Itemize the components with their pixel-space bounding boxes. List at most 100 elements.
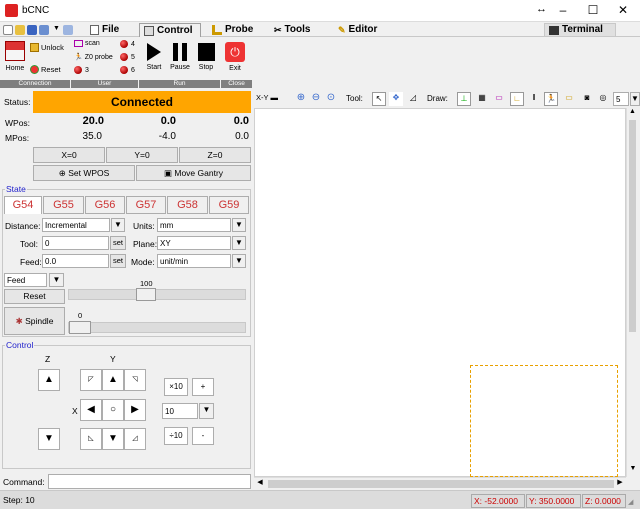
probe-toggle-icon[interactable]: ∟ — [510, 92, 524, 106]
distance-dropdown-icon[interactable]: ▼ — [111, 218, 125, 232]
jog-x-plus-button[interactable]: ▶ — [124, 399, 146, 421]
paths-toggle-icon[interactable]: ‖ — [527, 92, 541, 106]
tab-g56[interactable]: G56 — [85, 196, 125, 214]
close-button[interactable]: ✕ — [608, 0, 638, 22]
grid-toggle-icon[interactable]: ▦ — [475, 92, 489, 106]
scan-button[interactable]: scan — [74, 40, 100, 47]
maximize-button[interactable]: ☐ — [578, 0, 608, 22]
tab-probe[interactable]: Probe — [208, 23, 257, 37]
undo-icon[interactable] — [39, 25, 49, 35]
jog-x-minus-button[interactable]: ◀ — [80, 399, 102, 421]
tab-g59[interactable]: G59 — [209, 196, 249, 214]
draw-number-select[interactable]: 5 — [613, 92, 629, 106]
step-select[interactable]: 10 — [162, 403, 198, 419]
spindle-slider-track[interactable] — [68, 322, 246, 333]
horizontal-scroll-thumb[interactable] — [268, 480, 614, 488]
step-x10-button[interactable]: ×10 — [164, 378, 188, 396]
override-slider-track[interactable] — [68, 289, 246, 300]
user-button-5[interactable]: 5 — [120, 53, 135, 61]
jog-z-up-button[interactable]: ▲ — [38, 369, 60, 391]
scroll-up-icon[interactable]: ▲ — [627, 108, 638, 120]
jog-home-button[interactable]: ○ — [102, 399, 124, 421]
tab-control[interactable]: Control — [139, 23, 201, 37]
step-minus-button[interactable]: - — [192, 427, 214, 445]
tab-editor[interactable]: ✎ Editor — [334, 23, 381, 37]
tab-tools[interactable]: ✂ Tools — [270, 23, 314, 37]
zero-y-button[interactable]: Y=0 — [106, 147, 178, 163]
mode-select[interactable]: unit/min — [157, 254, 231, 268]
step-div10-button[interactable]: ÷10 — [164, 427, 188, 445]
unlock-button[interactable]: Unlock — [30, 42, 64, 53]
undo-dropdown-icon[interactable]: ▼ — [53, 25, 60, 32]
tab-g55[interactable]: G55 — [43, 196, 84, 214]
tab-g57[interactable]: G57 — [126, 196, 166, 214]
zoom-in-icon[interactable]: ⊕ — [294, 92, 308, 106]
start-button[interactable]: Start — [143, 43, 165, 71]
tab-file[interactable]: File — [86, 23, 123, 37]
save-icon[interactable] — [27, 25, 37, 35]
scroll-down-icon[interactable]: ▼ — [627, 465, 639, 477]
margin-toggle-icon[interactable]: ▭ — [492, 92, 506, 106]
spindle-slider-handle[interactable] — [69, 321, 91, 334]
select-tool-icon[interactable]: ↖ — [372, 92, 386, 106]
spindle-button[interactable]: ✱ Spindle — [4, 307, 65, 335]
override-mode-dropdown-icon[interactable]: ▼ — [49, 273, 64, 287]
jog-xplus-yplus-button[interactable]: ◹ — [124, 369, 146, 391]
exit-button[interactable]: ⏻ Exit — [223, 42, 247, 72]
minimize-button[interactable]: – — [548, 0, 578, 22]
jog-y-plus-button[interactable]: ▲ — [102, 369, 124, 391]
vertical-scroll-thumb[interactable] — [629, 120, 636, 332]
jog-xplus-yminus-button[interactable]: ◿ — [124, 428, 146, 450]
tool-set-button[interactable]: set — [110, 236, 126, 250]
jog-xminus-yplus-button[interactable]: ◸ — [80, 369, 102, 391]
scroll-right-icon[interactable]: ▶ — [614, 478, 626, 490]
zero-x-button[interactable]: X=0 — [33, 147, 105, 163]
resize-grip-icon[interactable]: ◢ — [628, 498, 633, 506]
feed-input[interactable]: 0.0 — [42, 254, 109, 268]
stop-button[interactable]: Stop — [195, 43, 217, 71]
redo-icon[interactable] — [63, 25, 73, 35]
zoom-fit-icon[interactable]: ⊙ — [324, 92, 338, 106]
home-button[interactable]: Home — [2, 41, 28, 77]
user-button-6[interactable]: 6 — [120, 66, 135, 74]
override-reset-button[interactable]: Reset — [4, 289, 65, 304]
distance-select[interactable]: Incremental — [42, 218, 110, 232]
plane-dropdown-icon[interactable]: ▼ — [232, 236, 246, 250]
jog-xminus-yminus-button[interactable]: ◺ — [80, 428, 102, 450]
workarea-toggle-icon[interactable]: ▭ — [562, 92, 576, 106]
step-dropdown-icon[interactable]: ▼ — [199, 403, 214, 419]
axes-toggle-icon[interactable]: ⊥ — [457, 92, 471, 106]
gcode-canvas[interactable] — [254, 108, 626, 477]
user-button-3[interactable]: 3 — [74, 66, 89, 74]
pause-button[interactable]: Pause — [168, 43, 192, 71]
rapid-toggle-icon[interactable]: 🏃 — [544, 92, 558, 106]
command-input[interactable] — [48, 474, 251, 489]
override-slider-handle[interactable] — [136, 288, 156, 301]
camera-settings-icon[interactable]: ◎ — [596, 92, 610, 106]
ruler-tool-icon[interactable]: ◿ — [406, 92, 420, 106]
override-mode-select[interactable]: Feed — [4, 273, 47, 287]
jog-z-down-button[interactable]: ▼ — [38, 428, 60, 450]
pan-tool-icon[interactable]: ✥ — [389, 92, 403, 106]
zero-z-button[interactable]: Z=0 — [179, 147, 251, 163]
mode-dropdown-icon[interactable]: ▼ — [232, 254, 246, 268]
units-select[interactable]: mm — [157, 218, 231, 232]
open-file-icon[interactable] — [15, 25, 25, 35]
tab-terminal[interactable]: Terminal — [544, 23, 616, 37]
view-select[interactable]: X-Y ▬ — [254, 92, 290, 105]
new-file-icon[interactable] — [3, 25, 13, 35]
draw-number-dropdown-icon[interactable]: ▼ — [630, 92, 640, 106]
zoom-out-icon[interactable]: ⊖ — [309, 92, 323, 106]
plane-select[interactable]: XY — [157, 236, 231, 250]
camera-toggle-icon[interactable]: ◙ — [580, 92, 594, 106]
move-gantry-button[interactable]: ▣ Move Gantry — [136, 165, 251, 181]
tool-input[interactable]: 0 — [42, 236, 109, 250]
step-plus-button[interactable]: + — [192, 378, 214, 396]
scroll-left-icon[interactable]: ◀ — [254, 478, 266, 490]
units-dropdown-icon[interactable]: ▼ — [232, 218, 246, 232]
reset-button[interactable]: Reset — [30, 64, 61, 75]
vertical-scrollbar[interactable]: ▲ ▼ — [626, 108, 638, 477]
user-button-4[interactable]: 4 — [120, 40, 135, 48]
z0-probe-button[interactable]: 🏃 Z0 probe — [74, 53, 113, 62]
feed-set-button[interactable]: set — [110, 254, 126, 268]
